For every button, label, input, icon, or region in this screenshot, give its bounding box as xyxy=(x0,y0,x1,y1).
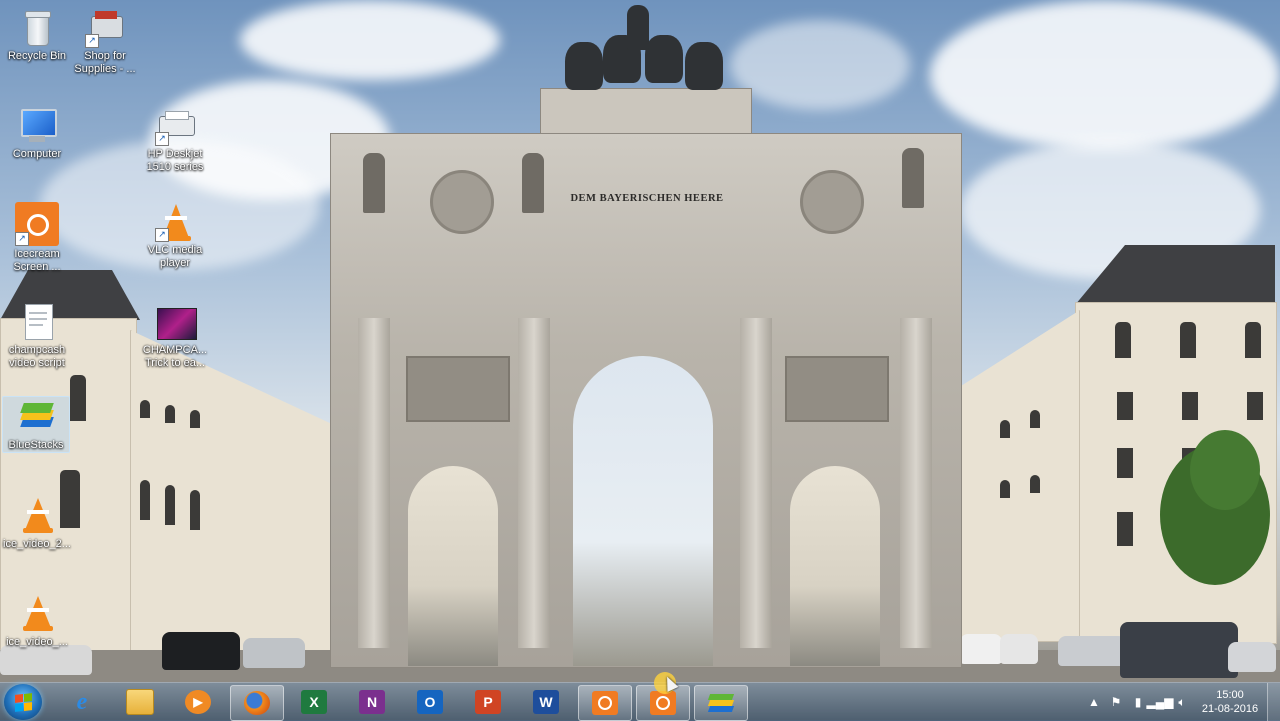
desktop-icon-label: ice_video_2... xyxy=(3,538,71,550)
desktop-icon-label: BlueStacks xyxy=(8,439,64,451)
bluestacks-icon xyxy=(707,691,735,715)
desktop-icon-label: Computer xyxy=(12,148,62,160)
media-player-icon: ▶ xyxy=(185,690,211,714)
folder-icon xyxy=(126,689,154,715)
desktop-icon-champcash-script[interactable]: champcash video script xyxy=(0,302,74,370)
windows-start-icon xyxy=(14,692,32,712)
show-hidden-icons-icon[interactable]: ▲ xyxy=(1086,694,1102,710)
action-center-flag-icon[interactable]: ⚑ xyxy=(1108,694,1124,710)
taskbar-onenote[interactable]: N xyxy=(346,685,398,719)
taskbar-bluestacks[interactable] xyxy=(694,685,748,721)
desktop-icon-ice-video[interactable]: ice_video_... xyxy=(0,594,74,649)
taskbar: e ▶ X N O P W ▲ ⚑ ▮ ▂▄▆ 🔈︎ 15:00 21-08-2… xyxy=(0,682,1280,721)
icecream-recorder-icon xyxy=(650,691,676,715)
taskbar-outlook[interactable]: O xyxy=(404,685,456,719)
show-desktop-button[interactable] xyxy=(1267,683,1280,721)
desktop-icon-label: Recycle Bin xyxy=(7,50,67,62)
taskbar-word[interactable]: W xyxy=(520,685,572,719)
outlook-icon: O xyxy=(417,690,443,714)
shortcut-arrow-icon: ↗ xyxy=(85,34,99,48)
video-thumbnail-icon xyxy=(155,302,197,342)
firefox-icon xyxy=(244,691,270,715)
shortcut-arrow-icon: ↗ xyxy=(155,228,169,242)
desktop-icon-computer[interactable]: Computer xyxy=(0,106,74,161)
clock-date: 21-08-2016 xyxy=(1201,703,1259,715)
shortcut-arrow-icon: ↗ xyxy=(155,132,169,146)
vlc-file-icon xyxy=(17,594,57,634)
desktop-icon-label: HP Deskjet 1510 series xyxy=(146,148,204,173)
desktop-icon-shop-supplies[interactable]: ↗ Shop for Supplies - ... xyxy=(68,8,142,76)
desktop-icon-hp-deskjet[interactable]: ↗ HP Deskjet 1510 series xyxy=(138,106,212,174)
vlc-icon: ↗ xyxy=(155,202,195,242)
text-file-icon xyxy=(17,302,57,342)
icecream-recorder-icon: ↗ xyxy=(15,202,59,246)
vlc-file-icon xyxy=(17,496,57,536)
taskbar-clock[interactable]: 15:00 21-08-2016 xyxy=(1201,688,1259,716)
onenote-icon: N xyxy=(359,690,385,714)
desktop-icon-recycle-bin[interactable]: Recycle Bin xyxy=(0,8,74,63)
desktop-icon-ice-video-2[interactable]: ice_video_2... xyxy=(0,496,74,551)
desktop-icon-label: Icecream Screen ... xyxy=(13,248,61,273)
desktop-icon-label: CHAMPCA... Trick to ea... xyxy=(142,344,208,369)
siegestor-arch: DEM BAYERISCHEN HEERE xyxy=(330,88,962,668)
arch-inscription: DEM BAYERISCHEN HEERE xyxy=(570,192,724,204)
icecream-recorder-icon xyxy=(592,691,618,715)
excel-icon: X xyxy=(301,690,327,714)
quadriga-statue xyxy=(565,5,725,90)
taskbar-powerpoint[interactable]: P xyxy=(462,685,514,719)
bluestacks-icon xyxy=(16,397,56,437)
taskbar-firefox[interactable] xyxy=(230,685,284,721)
desktop-icon-label: Shop for Supplies - ... xyxy=(74,50,136,75)
internet-explorer-icon: e xyxy=(76,688,88,715)
desktop-icon-champcash-video[interactable]: CHAMPCA... Trick to ea... xyxy=(138,302,212,370)
taskbar-excel[interactable]: X xyxy=(288,685,340,719)
desktop-icon-vlc[interactable]: ↗ VLC media player xyxy=(138,202,212,270)
printer-icon: ↗ xyxy=(155,106,195,146)
clock-time: 15:00 xyxy=(1216,689,1244,701)
desktop-icon-icecream[interactable]: ↗ Icecream Screen ... xyxy=(0,202,74,274)
desktop-icon-bluestacks[interactable]: BlueStacks xyxy=(2,396,70,453)
shortcut-arrow-icon: ↗ xyxy=(15,232,29,246)
windows-start-button[interactable] xyxy=(4,684,42,720)
desktop-icon-label: VLC media player xyxy=(147,244,203,269)
desktop-icon-label: champcash video script xyxy=(8,344,66,369)
taskbar-file-explorer[interactable] xyxy=(114,685,166,719)
taskbar-internet-explorer[interactable]: e xyxy=(56,685,108,719)
taskbar-icecream-1[interactable] xyxy=(578,685,632,721)
computer-icon xyxy=(17,106,57,146)
power-icon[interactable]: ▮ xyxy=(1130,694,1146,710)
desktop-icon-label: ice_video_... xyxy=(6,636,68,648)
taskbar-media-player[interactable]: ▶ xyxy=(172,685,224,719)
printer-shop-icon: ↗ xyxy=(85,8,125,48)
system-tray: ▲ ⚑ ▮ ▂▄▆ 🔈︎ 15:00 21-08-2016 xyxy=(1083,683,1280,721)
volume-icon[interactable]: 🔈︎ xyxy=(1174,694,1190,710)
recycle-bin-icon xyxy=(17,8,57,48)
network-signal-icon[interactable]: ▂▄▆ xyxy=(1147,694,1174,710)
word-icon: W xyxy=(533,690,559,714)
powerpoint-icon: P xyxy=(475,690,501,714)
